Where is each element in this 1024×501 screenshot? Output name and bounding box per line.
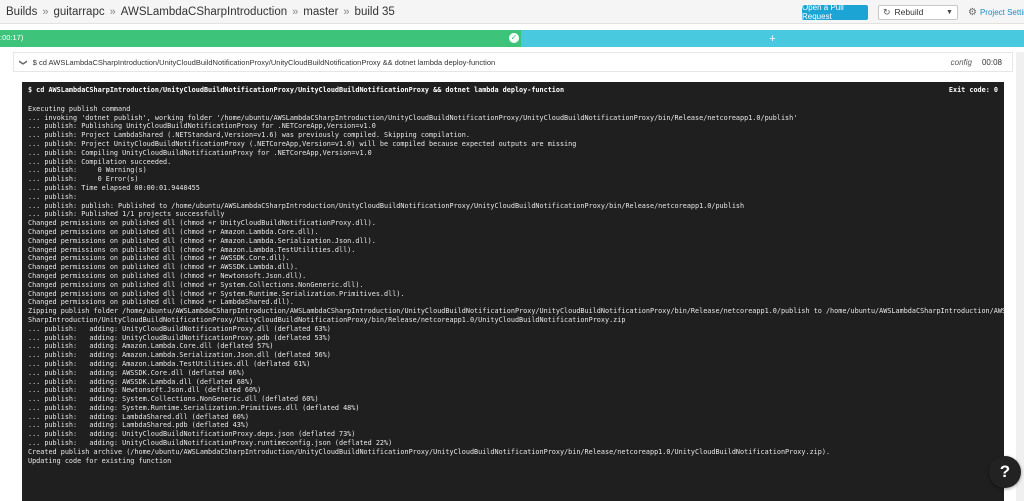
console-line: Changed permissions on published dll (ch…	[28, 227, 319, 236]
console-line: ... publish: adding: LambdaShared.pdb (d…	[28, 421, 249, 430]
console-line: ... publish: adding: System.Collections.…	[28, 395, 319, 404]
step-config-label: config	[950, 58, 972, 67]
console-line: ... publish: adding: LambdaShared.dll (d…	[28, 412, 249, 421]
console-line: ... publish: publish: Published to /home…	[28, 201, 745, 210]
plus-icon: +	[769, 32, 776, 45]
console-line: ... publish: Project LambdaShared (.NETS…	[28, 131, 470, 140]
breadcrumb-build: build 35	[354, 5, 395, 18]
console-line: Changed permissions on published dll (ch…	[28, 298, 294, 307]
breadcrumb-separator: »	[343, 5, 350, 18]
console-line: Executing publish command	[28, 104, 131, 113]
chevron-down-icon: ▼	[946, 8, 953, 16]
console-header: $ cd AWSLambdaCSharpIntroduction/UnityCl…	[28, 86, 998, 95]
console-line: ... publish: Compilation succeeded.	[28, 157, 172, 166]
console-exit-code: Exit code: 0	[948, 86, 998, 94]
open-pull-request-button[interactable]: Open a Pull Request	[802, 3, 868, 21]
step-command-title: $ cd AWSLambdaCSharpIntroduction/UnityCl…	[32, 57, 496, 67]
console-line: ... publish: adding: UnityCloudBuildNoti…	[28, 324, 331, 333]
breadcrumb-separator: »	[292, 5, 299, 18]
console-line: ... publish: adding: Amazon.Lambda.Seria…	[28, 351, 331, 360]
breadcrumb: Builds » guitarrapc » AWSLambdaCSharpInt…	[0, 6, 395, 18]
help-icon: ?	[999, 462, 1011, 481]
console-line: ... publish: adding: System.Runtime.Seri…	[28, 403, 360, 412]
console-line: Changed permissions on published dll (ch…	[28, 219, 376, 228]
chevron-right-icon[interactable]: ❯	[19, 59, 28, 66]
completed-step-segment[interactable]: :00:17) ✓	[0, 30, 521, 47]
help-button[interactable]: ?	[989, 456, 1021, 488]
console-line: Changed permissions on published dll (ch…	[28, 254, 290, 263]
breadcrumb-branch[interactable]: master	[303, 6, 338, 18]
refresh-icon: ↻	[883, 6, 891, 17]
console-line: ... publish: Publishing UnityCloudBuildN…	[28, 122, 376, 131]
console-lines: Executing publish command... invoking 'd…	[28, 104, 1004, 466]
console-line: Changed permissions on published dll (ch…	[28, 289, 405, 298]
breadcrumb-owner[interactable]: guitarrapc	[53, 6, 104, 18]
console-line: ... invoking 'dotnet publish', working f…	[28, 113, 798, 122]
console-line: Created publish archive (/home/ubuntu/AW…	[28, 447, 831, 456]
console-line: ... publish: adding: UnityCloudBuildNoti…	[28, 333, 331, 342]
add-step-segment[interactable]: +	[521, 30, 1024, 47]
console-line: ... publish: adding: UnityCloudBuildNoti…	[28, 439, 393, 448]
step-elapsed-time: :00:17)	[0, 33, 24, 42]
console-line: Changed permissions on published dll (ch…	[28, 263, 299, 272]
console-line: SharpIntroduction/UnityCloudBuildNotific…	[28, 315, 626, 324]
header-actions: Open a Pull Request ↻ Rebuild ▼ ⚙ Projec…	[802, 0, 1024, 24]
check-icon: ✓	[509, 33, 519, 43]
rebuild-label: Rebuild	[894, 7, 924, 17]
console-line: ... publish:	[28, 192, 78, 201]
gear-icon: ⚙	[968, 6, 977, 18]
console-line: ... publish: Time elapsed 00:00:01.94404…	[28, 183, 200, 192]
console-line: ... publish: Published 1/1 projects succ…	[28, 210, 225, 219]
breadcrumb-separator: »	[109, 5, 116, 18]
console-output[interactable]: $ cd AWSLambdaCSharpIntroduction/UnityCl…	[22, 82, 1004, 501]
console-line: ... publish: adding: AWSSDK.Lambda.dll (…	[28, 377, 254, 386]
console-line: ... publish: adding: Newtonsoft.Json.dll…	[28, 386, 262, 395]
console-line: ... publish: 0 Warning(s)	[28, 166, 147, 175]
console-line: ... publish: adding: AWSSDK.Core.dll (de…	[28, 368, 245, 377]
console-line: ... publish: 0 Error(s)	[28, 175, 139, 184]
breadcrumb-separator: »	[42, 5, 49, 18]
console-line: ... publish: Project UnityCloudBuildNoti…	[28, 139, 577, 148]
console-line: Updating code for existing function	[28, 456, 172, 465]
console-command: $ cd AWSLambdaCSharpIntroduction/UnityCl…	[28, 86, 565, 94]
console-line: Changed permissions on published dll (ch…	[28, 236, 376, 245]
console-line: ... publish: Compiling UnityCloudBuildNo…	[28, 148, 372, 157]
console-line: Changed permissions on published dll (ch…	[28, 271, 307, 280]
console-line: Changed permissions on published dll (ch…	[28, 245, 356, 254]
console-line: ... publish: adding: UnityCloudBuildNoti…	[28, 430, 356, 439]
breadcrumb-builds[interactable]: Builds	[6, 6, 37, 18]
breadcrumb-repository[interactable]: AWSLambdaCSharpIntroduction	[121, 6, 287, 18]
project-settings-label: Project Settings	[979, 7, 1024, 17]
build-step-bar: :00:17) ✓ +	[0, 30, 1024, 47]
console-line: ... publish: adding: Amazon.Lambda.TestU…	[28, 359, 311, 368]
page-scrollbar[interactable]	[1016, 52, 1024, 501]
top-bar: Builds » guitarrapc » AWSLambdaCSharpInt…	[0, 0, 1024, 24]
console-line: Changed permissions on published dll (ch…	[28, 280, 364, 289]
console-line: Zipping publish folder /home/ubuntu/AWSL…	[28, 307, 1004, 316]
console-line: ... publish: adding: Amazon.Lambda.Core.…	[28, 342, 274, 351]
rebuild-select[interactable]: ↻ Rebuild ▼	[878, 4, 958, 20]
project-settings-link[interactable]: ⚙ Project Settings	[968, 7, 1024, 18]
step-duration: 00:08	[981, 58, 1002, 67]
step-header[interactable]: ❯ $ cd AWSLambdaCSharpIntroduction/Unity…	[13, 52, 1013, 72]
